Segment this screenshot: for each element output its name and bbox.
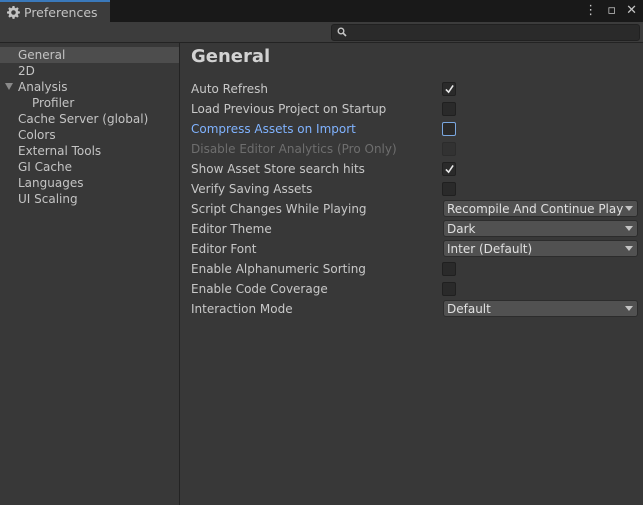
setting-label: Enable Code Coverage: [191, 282, 328, 296]
asset-store-hits-checkbox[interactable]: [442, 162, 456, 176]
verify-saving-checkbox[interactable]: [442, 182, 456, 196]
sidebar-item-cache-server[interactable]: Cache Server (global): [0, 111, 179, 127]
setting-label: Editor Theme: [191, 222, 272, 236]
setting-label: Enable Alphanumeric Sorting: [191, 262, 366, 276]
chevron-down-icon: [625, 306, 633, 311]
alphanumeric-sorting-checkbox[interactable]: [442, 262, 456, 276]
gear-icon: [7, 5, 20, 19]
setting-label: Show Asset Store search hits: [191, 162, 365, 176]
preferences-main-panel: General Auto Refresh Load Previous Proje…: [181, 43, 643, 505]
sidebar-item-2d[interactable]: 2D: [0, 63, 179, 79]
setting-row-alphanumeric-sorting: Enable Alphanumeric Sorting: [191, 259, 641, 279]
setting-row-interaction-mode: Interaction Mode Default: [191, 299, 641, 319]
code-coverage-checkbox[interactable]: [442, 282, 456, 296]
checkmark-icon: [445, 84, 454, 94]
interaction-mode-dropdown[interactable]: Default: [443, 300, 638, 317]
page-title: General: [191, 46, 271, 67]
tab-title: Preferences: [24, 4, 98, 20]
setting-row-code-coverage: Enable Code Coverage: [191, 279, 641, 299]
kebab-menu-icon[interactable]: ⋮: [584, 3, 597, 19]
tab-preferences[interactable]: Preferences: [0, 0, 110, 22]
setting-row-compress-assets: Compress Assets on Import: [191, 119, 641, 139]
preferences-sidebar: General 2D Analysis Profiler Cache Serve…: [0, 43, 180, 505]
setting-row-disable-analytics: Disable Editor Analytics (Pro Only): [191, 139, 641, 159]
dropdown-value: Default: [447, 302, 491, 316]
setting-label: Script Changes While Playing: [191, 202, 367, 216]
setting-row-asset-store-hits: Show Asset Store search hits: [191, 159, 641, 179]
chevron-down-icon: [625, 226, 633, 231]
dropdown-value: Inter (Default): [447, 242, 533, 256]
dropdown-value: Recompile And Continue Playin: [447, 202, 623, 216]
sidebar-item-label: 2D: [18, 64, 35, 78]
sidebar-item-profiler[interactable]: Profiler: [0, 95, 179, 111]
sidebar-item-label: Profiler: [32, 96, 75, 110]
editor-font-dropdown[interactable]: Inter (Default): [443, 240, 638, 257]
sidebar-item-label: Cache Server (global): [18, 112, 149, 126]
setting-label: Disable Editor Analytics (Pro Only): [191, 142, 397, 156]
setting-label: Compress Assets on Import: [191, 122, 356, 136]
sidebar-item-external-tools[interactable]: External Tools: [0, 143, 179, 159]
setting-label: Interaction Mode: [191, 302, 293, 316]
setting-row-auto-refresh: Auto Refresh: [191, 79, 641, 99]
setting-row-editor-font: Editor Font Inter (Default): [191, 239, 641, 259]
setting-label: Editor Font: [191, 242, 257, 256]
compress-assets-checkbox[interactable]: [442, 122, 456, 136]
sidebar-item-label: Colors: [18, 128, 56, 142]
toolbar: [0, 22, 643, 43]
setting-label: Verify Saving Assets: [191, 182, 313, 196]
window-controls: ⋮ ▫ ✕: [584, 3, 637, 19]
sidebar-item-general[interactable]: General: [0, 47, 179, 63]
sidebar-item-label: UI Scaling: [18, 192, 78, 206]
load-previous-project-checkbox[interactable]: [442, 102, 456, 116]
search-icon: [337, 27, 347, 37]
sidebar-item-languages[interactable]: Languages: [0, 175, 179, 191]
editor-theme-dropdown[interactable]: Dark: [443, 220, 638, 237]
setting-label: Load Previous Project on Startup: [191, 102, 387, 116]
sidebar-item-label: Languages: [18, 176, 84, 190]
sidebar-item-label: External Tools: [18, 144, 102, 158]
setting-row-verify-saving: Verify Saving Assets: [191, 179, 641, 199]
sidebar-item-ui-scaling[interactable]: UI Scaling: [0, 191, 179, 207]
search-input[interactable]: [331, 24, 640, 41]
checkmark-icon: [445, 164, 454, 174]
script-changes-dropdown[interactable]: Recompile And Continue Playin: [443, 200, 638, 217]
chevron-down-icon: [625, 246, 633, 251]
foldout-arrow-icon[interactable]: [5, 83, 13, 90]
sidebar-item-label: GI Cache: [18, 160, 72, 174]
setting-row-editor-theme: Editor Theme Dark: [191, 219, 641, 239]
setting-row-load-previous-project: Load Previous Project on Startup: [191, 99, 641, 119]
maximize-icon[interactable]: ▫: [607, 3, 616, 19]
sidebar-item-analysis[interactable]: Analysis: [0, 79, 179, 95]
chevron-down-icon: [625, 206, 633, 211]
sidebar-item-label: General: [18, 48, 66, 62]
close-icon[interactable]: ✕: [626, 3, 637, 19]
sidebar-item-colors[interactable]: Colors: [0, 127, 179, 143]
auto-refresh-checkbox[interactable]: [442, 82, 456, 96]
setting-row-script-changes: Script Changes While Playing Recompile A…: [191, 199, 641, 219]
setting-label: Auto Refresh: [191, 82, 268, 96]
sidebar-item-label: Analysis: [18, 80, 68, 94]
disable-analytics-checkbox: [442, 142, 456, 156]
dropdown-value: Dark: [447, 222, 476, 236]
sidebar-item-gi-cache[interactable]: GI Cache: [0, 159, 179, 175]
window-tab-bar: Preferences ⋮ ▫ ✕: [0, 0, 643, 22]
